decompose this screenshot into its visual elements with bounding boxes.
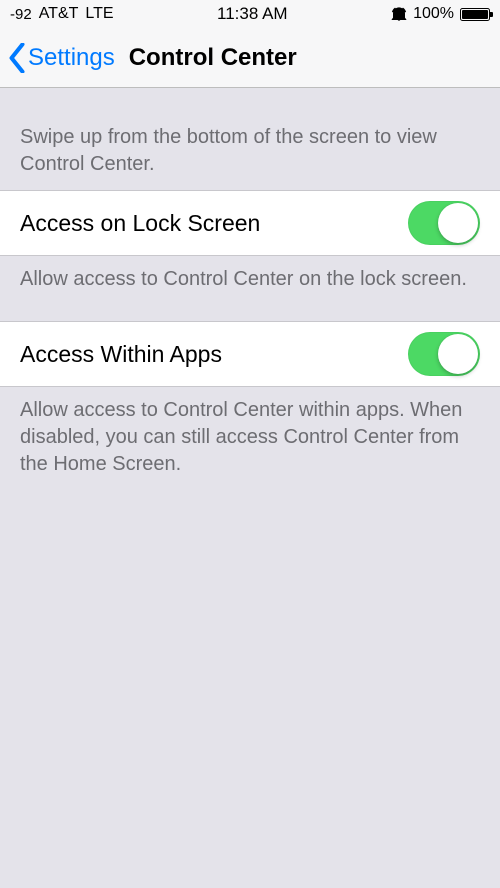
carrier-label: AT&T (39, 5, 79, 23)
status-time: 11:38 AM (217, 4, 288, 24)
row-label-apps: Access Within Apps (20, 341, 222, 368)
signal-strength: -92 (10, 6, 32, 23)
row-label-lock: Access on Lock Screen (20, 210, 260, 237)
nav-bar: Settings Control Center (0, 28, 500, 88)
status-bar: -92 AT&T LTE 11:38 AM 100% (0, 0, 500, 28)
row-access-lock-screen: Access on Lock Screen (0, 190, 500, 256)
toggle-access-lock-screen[interactable] (408, 201, 480, 245)
toggle-access-within-apps[interactable] (408, 332, 480, 376)
status-right: 100% (391, 5, 490, 23)
chevron-left-icon (8, 43, 26, 73)
status-left: -92 AT&T LTE (10, 5, 114, 23)
battery-icon (460, 8, 490, 21)
alarm-icon (391, 6, 407, 22)
battery-percent: 100% (413, 5, 454, 23)
content: Swipe up from the bottom of the screen t… (0, 88, 500, 506)
footer-apps: Allow access to Control Center within ap… (0, 387, 500, 506)
footer-lock: Allow access to Control Center on the lo… (0, 256, 500, 321)
page-title: Control Center (129, 44, 297, 72)
back-button[interactable]: Settings (2, 43, 115, 73)
back-label: Settings (28, 44, 115, 72)
network-label: LTE (85, 5, 113, 23)
section-intro: Swipe up from the bottom of the screen t… (0, 88, 500, 190)
row-access-within-apps: Access Within Apps (0, 321, 500, 387)
